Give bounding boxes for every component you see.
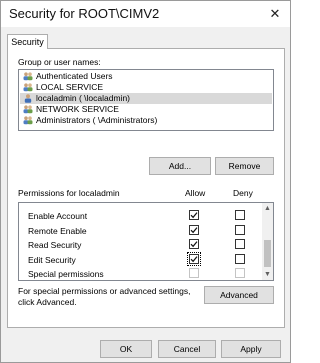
permission-row: Special permissions [19, 267, 259, 280]
deny-checkbox[interactable] [235, 224, 245, 235]
advanced-info-line2: click Advanced. [18, 297, 77, 307]
allow-checkbox[interactable] [189, 239, 199, 249]
allow-checkbox[interactable] [189, 210, 199, 220]
permission-row: Edit Security [19, 251, 259, 267]
list-item[interactable]: Authenticated Users [20, 71, 272, 82]
window-title: Security for ROOT\CIMV2 [9, 6, 160, 21]
close-button[interactable]: ✕ [264, 4, 286, 24]
permission-name: Enable Account [28, 211, 88, 221]
list-item-label: Administrators ( \Administrators) [36, 115, 158, 125]
scroll-thumb[interactable] [264, 240, 271, 267]
deny-checkbox[interactable] [235, 253, 245, 264]
permission-row: Read Security [19, 238, 259, 252]
permission-name: Special permissions [28, 269, 104, 279]
user-group-icon [23, 83, 33, 92]
permission-row: Remote Enable [19, 224, 259, 238]
allow-checkbox [189, 268, 199, 278]
allow-checkbox[interactable] [187, 251, 201, 266]
deny-header: Deny [233, 188, 253, 198]
permission-name: Edit Security [28, 254, 76, 265]
permission-name: Remote Enable [28, 225, 87, 236]
scroll-up-arrow-icon[interactable]: ▲ [262, 203, 273, 214]
list-item-label: NETWORK SERVICE [36, 104, 119, 114]
permissions-list: Enable Account Remote Enable Read Security… [18, 202, 274, 281]
tab-security[interactable]: Security [7, 34, 48, 49]
security-dialog: Security for ROOT\CIMV2 ✕ Security Group… [0, 0, 291, 363]
allow-header: Allow [185, 188, 206, 198]
list-item[interactable]: LOCAL SERVICE [20, 82, 272, 93]
deny-checkbox[interactable] [235, 210, 245, 220]
apply-button[interactable]: Apply [221, 340, 281, 358]
deny-checkbox[interactable] [235, 239, 245, 249]
ok-button[interactable]: OK [100, 340, 152, 358]
user-group-icon [23, 116, 33, 125]
permission-row: Enable Account [19, 209, 259, 223]
list-item-label: LOCAL SERVICE [36, 82, 104, 92]
list-item-label: Authenticated Users [36, 71, 113, 81]
list-item[interactable]: localadmin ( \localadmin) [20, 93, 272, 104]
permissions-scrollbar[interactable]: ▲ ▼ [262, 203, 273, 280]
scroll-down-arrow-icon[interactable]: ▼ [262, 269, 273, 280]
remove-button[interactable]: Remove [215, 157, 274, 175]
user-icon [23, 94, 33, 103]
group-names-label: Group or user names: [18, 57, 101, 67]
list-item[interactable]: NETWORK SERVICE [20, 104, 272, 115]
permission-name: Read Security [28, 240, 82, 250]
list-item-label: localadmin ( \localadmin) [36, 93, 131, 103]
permissions-label: Permissions for localadmin [18, 188, 120, 198]
user-group-icon [23, 105, 33, 114]
user-group-icon [23, 72, 33, 81]
deny-checkbox [235, 268, 245, 278]
cancel-button[interactable]: Cancel [158, 340, 216, 358]
advanced-button[interactable]: Advanced [204, 286, 274, 304]
advanced-info-line1: For special permissions or advanced sett… [18, 286, 191, 296]
group-user-listbox[interactable]: Authenticated Users LOCAL SERVICE localadm… [18, 69, 274, 131]
list-item[interactable]: Administrators ( \Administrators) [20, 115, 272, 126]
security-tab-panel: Group or user names: Authenticated Users… [7, 48, 285, 328]
title-bar: Security for ROOT\CIMV2 ✕ [1, 1, 290, 27]
add-button[interactable]: Add... [149, 157, 211, 175]
allow-checkbox[interactable] [189, 224, 199, 235]
